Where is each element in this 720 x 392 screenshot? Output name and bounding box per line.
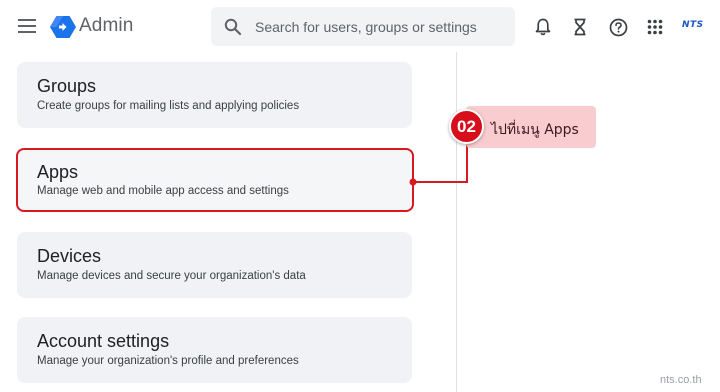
apps-launcher-button[interactable] xyxy=(642,14,668,40)
brand-name[interactable]: Admin xyxy=(79,15,133,37)
apps-grid-icon xyxy=(647,19,663,35)
google-admin-logo-icon[interactable] xyxy=(50,15,76,39)
groups-card-title: Groups xyxy=(37,76,97,96)
nts-logo[interactable]: NTS xyxy=(682,20,704,30)
account-settings-card[interactable]: Account settings Manage your organizatio… xyxy=(17,317,412,383)
groups-card-description: Create groups for mailing lists and appl… xyxy=(37,100,300,112)
groups-card[interactable]: Groups Create groups for mailing lists a… xyxy=(17,62,412,128)
devices-card[interactable]: Devices Manage devices and secure your o… xyxy=(17,232,412,298)
menu-icon xyxy=(18,19,36,33)
step-badge: 02 xyxy=(449,109,484,144)
panel-divider xyxy=(456,52,457,392)
apps-card-title: Apps xyxy=(37,162,79,182)
apps-card-description: Manage web and mobile app access and set… xyxy=(37,185,289,197)
search-input[interactable] xyxy=(255,7,515,46)
hourglass-icon xyxy=(574,18,586,36)
search-icon[interactable] xyxy=(211,7,255,46)
tasks-button[interactable] xyxy=(567,14,593,40)
help-icon xyxy=(609,18,627,36)
watermark: nts.co.th xyxy=(660,374,702,386)
main-menu-button[interactable] xyxy=(14,14,40,38)
devices-card-title: Devices xyxy=(37,246,102,266)
account-settings-card-description: Manage your organization's profile and p… xyxy=(37,355,299,367)
top-app-bar: Admin NTS xyxy=(0,0,720,52)
help-button[interactable] xyxy=(605,14,631,40)
bell-icon xyxy=(535,18,551,36)
search-bar[interactable] xyxy=(211,7,515,46)
account-settings-card-title: Account settings xyxy=(37,331,170,351)
notifications-button[interactable] xyxy=(530,14,556,40)
callout-text: ไปที่เมนู Apps xyxy=(491,122,579,138)
apps-card[interactable]: Apps Manage web and mobile app access an… xyxy=(16,148,414,212)
devices-card-description: Manage devices and secure your organizat… xyxy=(37,270,306,282)
